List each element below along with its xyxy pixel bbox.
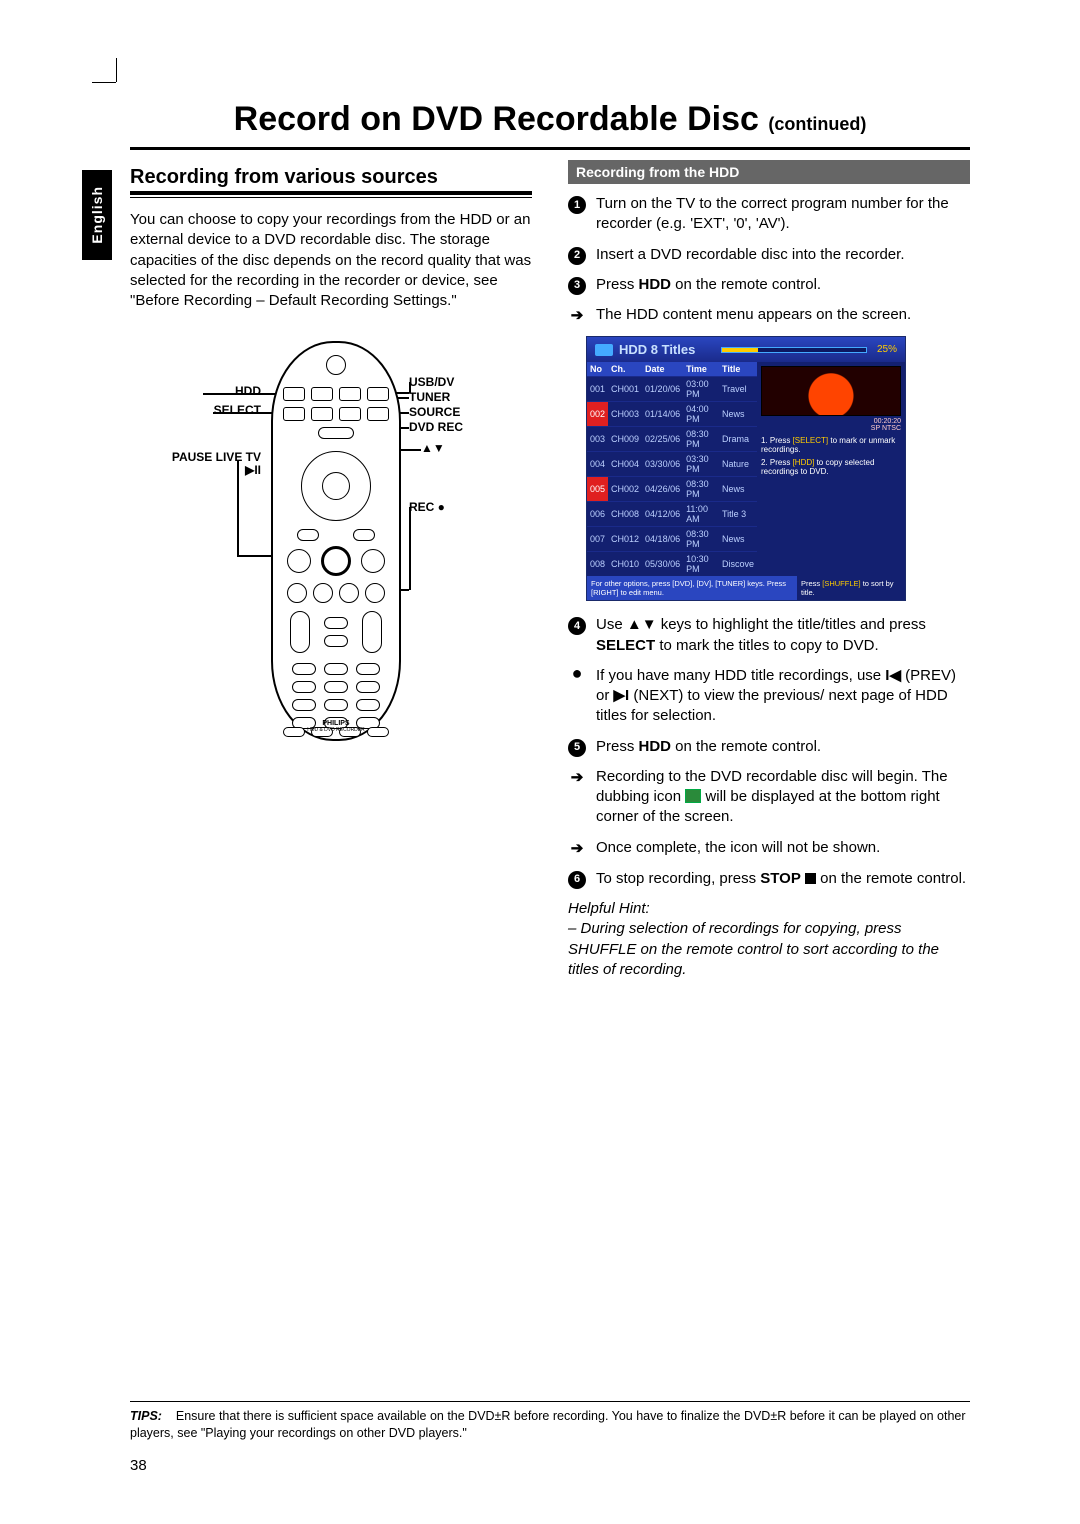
- step-5: 5Press HDD on the remote control.: [568, 737, 970, 757]
- step-6: 6To stop recording, press STOP on the re…: [568, 869, 970, 889]
- step-bullet-2: 2: [568, 247, 586, 265]
- tips-footer: TIPS: Ensure that there is sufficient sp…: [130, 1401, 970, 1442]
- arrow-icon: ➔: [568, 839, 586, 859]
- hdd-title-table: NoCh.DateTimeTitle001CH00101/20/0603:00 …: [587, 362, 757, 576]
- step-5-result-1: ➔Recording to the DVD recordable disc wi…: [568, 767, 970, 828]
- language-label: English: [89, 186, 105, 244]
- remote-diagram: HDD SELECT PAUSE LIVE TV ▶II USB/DV TUNE…: [151, 341, 511, 751]
- bullet-icon: ●: [568, 666, 586, 727]
- label-updown: ▲▼: [421, 441, 445, 455]
- remote-body: PHILIPS HDD & DVD RECORDER: [271, 341, 401, 741]
- page-number: 38: [130, 1457, 147, 1474]
- helpful-hint: Helpful Hint: – During selection of reco…: [568, 899, 970, 980]
- step-1: 1Turn on the TV to the correct program n…: [568, 194, 970, 235]
- step-bullet-4: 4: [568, 617, 586, 635]
- content-columns: Recording from various sources You can c…: [130, 160, 970, 980]
- standby-icon: [326, 355, 346, 375]
- usage-bar: [721, 347, 867, 353]
- language-tab: English: [82, 170, 112, 260]
- step-bullet-5: 5: [568, 739, 586, 757]
- manual-page: English Record on DVD Recordable Disc (c…: [0, 0, 1080, 1524]
- hdd-icon: [595, 344, 613, 356]
- label-pause: PAUSE LIVE TV ▶II: [151, 451, 261, 477]
- label-tuner: TUNER: [409, 390, 450, 404]
- step-bullet-1: 1: [568, 196, 586, 214]
- dubbing-icon: [685, 789, 701, 803]
- title-rule: [130, 147, 970, 150]
- right-column: Recording from the HDD 1Turn on the TV t…: [568, 160, 970, 980]
- step-bullet-6: 6: [568, 871, 586, 889]
- brand-label: PHILIPS HDD & DVD RECORDER: [273, 720, 399, 733]
- step-2: 2Insert a DVD recordable disc into the r…: [568, 245, 970, 265]
- section-title-sources: Recording from various sources: [130, 166, 532, 189]
- hdd-menu-header: HDD 8 Titles 25%: [587, 337, 905, 362]
- label-select: SELECT: [151, 403, 261, 417]
- step-4: 4Use ▲▼ keys to highlight the title/titl…: [568, 615, 970, 656]
- page-title: Record on DVD Recordable Disc (continued…: [130, 100, 970, 139]
- crop-mark: [92, 58, 116, 82]
- left-column: Recording from various sources You can c…: [130, 160, 532, 980]
- subheader-hdd: Recording from the HDD: [568, 160, 970, 184]
- arrow-icon: ➔: [568, 768, 586, 828]
- stop-icon: [805, 873, 816, 884]
- step-4-tip: ●If you have many HDD title recordings, …: [568, 666, 970, 727]
- label-usb: USB/DV: [409, 375, 454, 389]
- pause-live-tv-icon: [321, 546, 351, 576]
- hdd-menu-screenshot: HDD 8 Titles 25% NoCh.DateTimeTitle001CH…: [586, 336, 906, 601]
- step-5-result-2: ➔Once complete, the icon will not be sho…: [568, 838, 970, 859]
- label-source: SOURCE: [409, 405, 460, 419]
- label-hdd: HDD: [151, 384, 261, 398]
- label-dvdrec: DVD REC: [409, 420, 463, 434]
- step-3-result: ➔The HDD content menu appears on the scr…: [568, 305, 970, 326]
- rec-button-icon: [365, 583, 385, 603]
- step-bullet-3: 3: [568, 277, 586, 295]
- arrow-icon: ➔: [568, 306, 586, 326]
- dpad-icon: [301, 451, 371, 521]
- intro-paragraph: You can choose to copy your recordings f…: [130, 210, 532, 311]
- label-rec: REC ●: [409, 500, 445, 514]
- step-3: 3Press HDD on the remote control.: [568, 275, 970, 295]
- title-thumbnail: [761, 366, 901, 416]
